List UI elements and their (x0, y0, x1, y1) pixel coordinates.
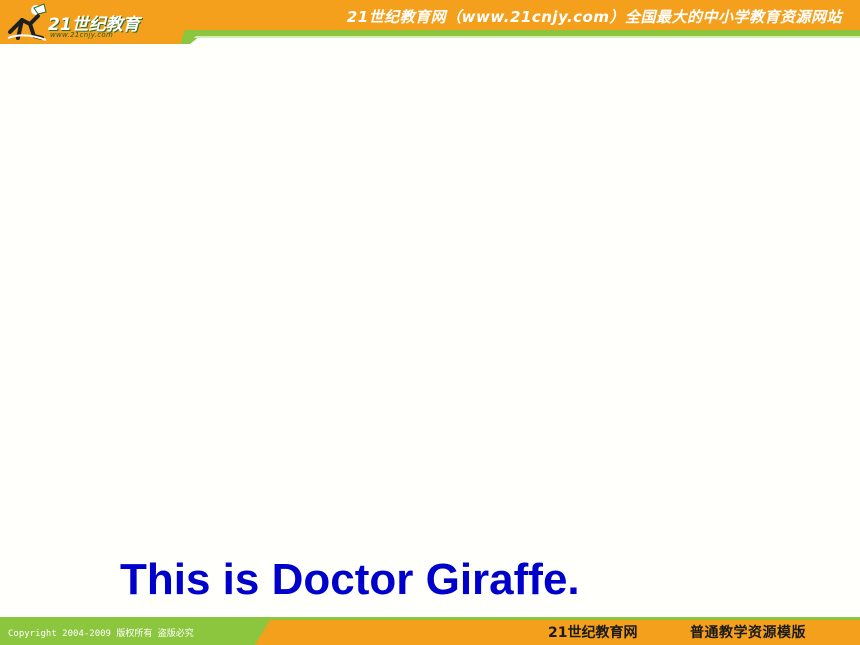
logo-url-text: www.21cnjy.com (50, 31, 114, 39)
slide-sentence: This is Doctor Giraffe. (120, 555, 580, 604)
footer-template-label: 普通教学资源模版 (690, 625, 806, 641)
footer-brand: 21世纪教育网 (548, 625, 638, 641)
running-figure-logo-icon (7, 3, 47, 41)
header-slogan: 21世纪教育网（www.21cnjy.com）全国最大的中小学教育资源网站 (346, 8, 842, 26)
footer-copyright: Copyright 2004-2009 版权所有 盗版必究 (8, 629, 194, 639)
slide-footer: Copyright 2004-2009 版权所有 盗版必究 21世纪教育网 普通… (0, 617, 860, 645)
slide-header: 21世纪教育 www.21cnjy.com 21世纪教育网（www.21cnjy… (0, 0, 860, 44)
site-logo[interactable]: 21世纪教育 www.21cnjy.com (4, 2, 144, 42)
